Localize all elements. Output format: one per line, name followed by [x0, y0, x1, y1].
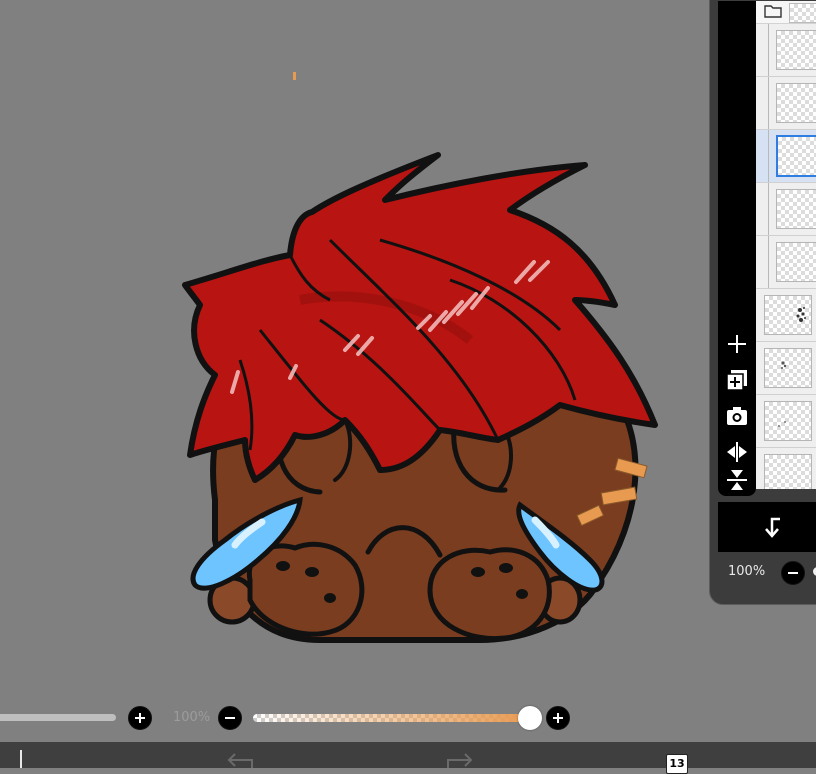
layer-row[interactable] [756, 342, 816, 395]
layer-row-selected[interactable] [756, 130, 816, 183]
layers-count-button[interactable]: 13 [666, 754, 688, 774]
brush-size-plus-button[interactable] [128, 706, 152, 730]
layer-thumbnail [776, 83, 816, 123]
plus-icon [135, 713, 145, 723]
drawing-canvas[interactable] [0, 0, 816, 768]
camera-icon [727, 407, 747, 425]
layer-thumbnail [764, 454, 812, 489]
flip-vertical-button[interactable] [724, 467, 750, 493]
layer-thumbnail [776, 189, 816, 229]
add-layer-button[interactable] [724, 331, 750, 357]
folder-thumbnail [789, 3, 816, 23]
minus-icon [788, 572, 798, 574]
flip-horizontal-button[interactable] [724, 439, 750, 465]
brush-opacity-value: 100% [173, 710, 211, 725]
brush-opacity-plus-button[interactable] [546, 706, 570, 730]
flip-horizontal-icon [727, 442, 747, 462]
minus-icon [225, 717, 235, 719]
merge-bar [718, 502, 816, 552]
layer-folder-row[interactable] [756, 1, 816, 24]
layer-row[interactable] [756, 395, 816, 448]
import-photo-button[interactable] [724, 403, 750, 429]
layer-row[interactable] [756, 77, 816, 130]
layer-row[interactable] [756, 24, 816, 77]
layer-tools-toolbar [718, 1, 756, 496]
bottom-toolbar: 13 [0, 742, 816, 774]
layer-row[interactable] [756, 183, 816, 236]
merge-down-button[interactable] [760, 514, 786, 540]
plus-icon [553, 713, 563, 723]
brush-opacity-knob[interactable] [518, 706, 542, 730]
left-hand [246, 541, 365, 637]
brush-opacity-slider[interactable] [253, 714, 531, 722]
layer-opacity-value: 100% [728, 564, 766, 579]
right-hand [427, 547, 552, 642]
layer-thumbnail [764, 401, 812, 441]
layer-thumbnail [776, 135, 816, 177]
brush-size-slider[interactable] [0, 714, 116, 721]
brush-opacity-fill [253, 714, 531, 722]
layer-thumbnail [776, 242, 816, 282]
flip-vertical-icon [727, 470, 747, 490]
merge-down-icon [765, 517, 780, 538]
layer-row[interactable] [756, 236, 816, 289]
stray-paint-mark [293, 72, 296, 80]
layer-thumbnail [764, 295, 812, 335]
character-artwork [182, 152, 658, 643]
layer-thumbnail [776, 30, 816, 70]
redo-icon[interactable] [446, 750, 474, 768]
duplicate-layer-button[interactable] [724, 367, 750, 393]
layer-row[interactable] [756, 448, 816, 489]
layer-opacity-minus-button[interactable] [781, 561, 805, 585]
brush-opacity-minus-button[interactable] [218, 706, 242, 730]
layer-list[interactable] [756, 1, 816, 489]
brush-icon[interactable] [14, 750, 28, 768]
layer-opacity-control: 100% [718, 552, 816, 592]
undo-icon[interactable] [226, 750, 254, 768]
layer-panel: 100% [709, 0, 816, 605]
duplicate-layer-icon [726, 370, 747, 391]
folder-icon [764, 5, 782, 18]
plus-icon [728, 335, 746, 353]
layer-row[interactable] [756, 289, 816, 342]
layer-thumbnail [764, 348, 812, 388]
